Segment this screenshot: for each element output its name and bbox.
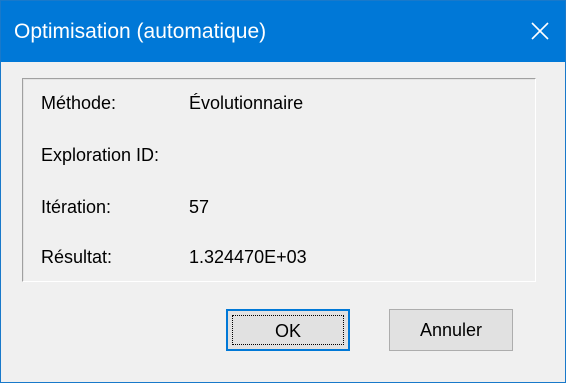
iteration-value: 57 (189, 197, 210, 217)
ok-button-label: OK (274, 321, 301, 341)
ok-button[interactable]: OK (226, 309, 350, 351)
exploration-label: Exploration ID: (41, 145, 160, 165)
cancel-button-label: Annuler (419, 320, 483, 340)
method-label: Méthode: (41, 93, 117, 113)
cancel-button[interactable]: Annuler (389, 309, 513, 351)
iteration-label: Itération: (41, 197, 112, 217)
close-icon (531, 22, 549, 40)
method-value: Évolutionnaire (189, 93, 304, 113)
close-button[interactable] (515, 1, 565, 62)
result-label: Résultat: (41, 247, 113, 267)
dialog-window: Optimisation (automatique) Méthode: Évol… (0, 0, 566, 383)
result-value: 1.324470E+03 (189, 247, 307, 267)
window-title: Optimisation (automatique) (14, 20, 267, 43)
title-bar[interactable]: Optimisation (automatique) (1, 1, 565, 62)
info-panel: Méthode: Évolutionnaire Exploration ID: … (22, 78, 536, 282)
